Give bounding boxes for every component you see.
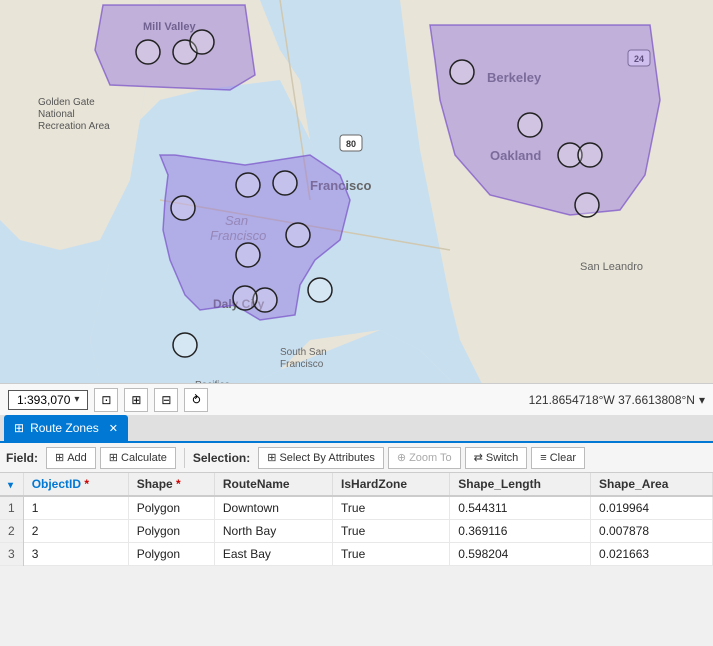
col-shape-label: Shape [137,477,173,491]
cell-shape: Polygon [128,520,214,543]
cell-shape-area: 0.007878 [591,520,713,543]
col-ishardzone[interactable]: IsHardZone [333,473,450,496]
cell-shape: Polygon [128,543,214,566]
field-label: Field: [6,451,38,465]
cell-routename: East Bay [214,543,332,566]
select-by-attributes-button[interactable]: ⊞ Select By Attributes [258,447,384,469]
svg-text:San Leandro: San Leandro [580,261,643,273]
svg-text:National: National [38,109,75,120]
select-by-attributes-label: Select By Attributes [279,452,374,464]
cell-shape-area: 0.021663 [591,543,713,566]
cell-routename: Downtown [214,496,332,520]
col-shape-area[interactable]: Shape_Area [591,473,713,496]
select-attr-icon: ⊞ [267,451,276,464]
col-ishardzone-label: IsHardZone [341,477,407,491]
col-objectid[interactable]: ObjectID * [23,473,128,496]
cell-shape-length: 0.598204 [450,543,591,566]
table-body: 1 1 Polygon Downtown True 0.544311 0.019… [0,496,713,566]
scale-value: 1:393,070 [17,393,70,407]
col-shape-area-label: Shape_Area [599,477,668,491]
cell-ishardzone: True [333,520,450,543]
sort-arrow-icon: ▾ [8,480,13,491]
cell-shape-length: 0.544311 [450,496,591,520]
cell-ishardzone: True [333,496,450,520]
cell-routename: North Bay [214,520,332,543]
switch-button[interactable]: ⇄ Switch [465,447,528,469]
calculate-icon: ⊞ [109,451,118,464]
svg-text:Golden Gate: Golden Gate [38,97,95,108]
table-row[interactable]: 3 3 Polygon East Bay True 0.598204 0.021… [0,543,713,566]
row-number: 1 [0,496,23,520]
col-objectid-label: ObjectID [32,477,81,491]
map-toolbar: 1:393,070 ▾ ⊡ ⊞ ⊟ ⥁ 121.8654718°W 37.661… [0,383,713,415]
scale-chevron-icon: ▾ [74,394,79,405]
col-shape-length-label: Shape_Length [458,477,541,491]
table-tab-icon: ⊞ [14,421,24,435]
col-routename-label: RouteName [223,477,290,491]
col-shape[interactable]: Shape * [128,473,214,496]
attribute-toolbar: Field: ⊞ Add ⊞ Calculate Selection: ⊞ Se… [0,443,713,473]
coordinate-display: 121.8654718°W 37.6613808°N ▾ [529,393,705,407]
switch-label: Switch [486,452,518,464]
objectid-asterisk: * [81,477,89,491]
coordinate-chevron-icon: ▾ [699,393,705,407]
shape-asterisk: * [173,477,181,491]
tab-close-icon[interactable]: ✕ [109,422,118,435]
zoom-to-button[interactable]: ⊕ Zoom To [388,447,461,469]
svg-text:80: 80 [346,139,356,149]
attribute-table: ▾ ObjectID * Shape * RouteName IsHardZon… [0,473,713,566]
cell-objectid: 1 [23,496,128,520]
row-number: 3 [0,543,23,566]
scale-selector[interactable]: 1:393,070 ▾ [8,390,88,410]
svg-text:Recreation Area: Recreation Area [38,121,110,132]
cell-shape: Polygon [128,496,214,520]
map-tool-grid[interactable]: ⊟ [154,388,178,412]
table-header: ▾ ObjectID * Shape * RouteName IsHardZon… [0,473,713,496]
clear-icon: ≡ [540,452,546,464]
map-view[interactable]: 80 24 Mill Valley Golden Gate National R… [0,0,713,415]
table-row[interactable]: 2 2 Polygon North Bay True 0.369116 0.00… [0,520,713,543]
add-label: Add [67,452,87,464]
cell-objectid: 2 [23,520,128,543]
toolbar-separator [184,448,185,468]
coordinate-value: 121.8654718°W 37.6613808°N [529,393,695,407]
cell-objectid: 3 [23,543,128,566]
tab-label: Route Zones [30,421,99,435]
cell-shape-area: 0.019964 [591,496,713,520]
switch-icon: ⇄ [474,451,483,464]
map-tool-rotate[interactable]: ⥁ [184,388,208,412]
clear-label: Clear [550,452,576,464]
cell-shape-length: 0.369116 [450,520,591,543]
cell-ishardzone: True [333,543,450,566]
map-tool-extent[interactable]: ⊡ [94,388,118,412]
calculate-label: Calculate [121,452,167,464]
add-button[interactable]: ⊞ Add [46,447,96,469]
col-routename[interactable]: RouteName [214,473,332,496]
tab-route-zones[interactable]: ⊞ Route Zones ✕ [4,415,128,441]
col-shape-length[interactable]: Shape_Length [450,473,591,496]
sort-header[interactable]: ▾ [0,473,23,496]
map-tool-bookmark[interactable]: ⊞ [124,388,148,412]
clear-button[interactable]: ≡ Clear [531,447,585,469]
svg-text:South San: South San [280,347,327,358]
svg-text:Francisco: Francisco [280,359,324,370]
add-icon: ⊞ [55,451,64,464]
row-number: 2 [0,520,23,543]
tab-bar: ⊞ Route Zones ✕ [0,415,713,443]
selection-label: Selection: [193,451,250,465]
calculate-button[interactable]: ⊞ Calculate [100,447,176,469]
table-row[interactable]: 1 1 Polygon Downtown True 0.544311 0.019… [0,496,713,520]
zoom-to-label: Zoom To [409,452,452,464]
zoom-icon: ⊕ [397,451,406,464]
